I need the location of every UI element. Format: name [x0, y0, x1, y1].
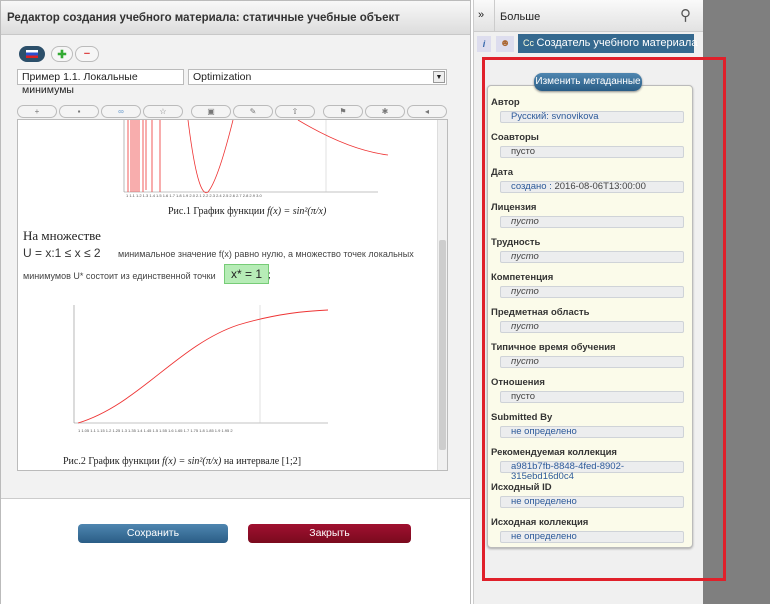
scrollbar-thumb[interactable] [439, 240, 446, 450]
russia-flag-icon [26, 50, 38, 58]
upload-icon[interactable]: ⇧ [275, 105, 315, 118]
info-tab[interactable]: i [477, 36, 491, 52]
colon-text: ; [268, 270, 271, 281]
figure-2-caption: Рис.2 График функции f(x) = sin²(π/x) на… [63, 456, 302, 467]
cc-icon: Cc [523, 38, 537, 48]
point-formula: x* = 1 [224, 264, 270, 284]
set-expression: U = x:1 ≤ x ≤ 2 [23, 246, 101, 260]
figure-1-plot: 1 1.1 1.2 1.3 1.4 1.5 1.6 1.7 1.8 1.9 2.… [123, 120, 389, 198]
side-panel-header: » Больше ⚲ [474, 0, 704, 32]
print-icon[interactable]: ▣ [191, 105, 231, 118]
editor-panel: Редактор создания учебного материала: ст… [0, 0, 471, 604]
editor-title: Редактор создания учебного материала: ст… [1, 1, 470, 35]
category-value: Optimization [193, 71, 252, 83]
tab-creator[interactable]: Cc Создатель учебного материала [518, 34, 697, 53]
users-tab[interactable]: ☻ [496, 36, 514, 52]
panel-title: Больше [500, 11, 541, 23]
paragraph-line-1: минимальное значение f(x) равно нулю, а … [118, 249, 414, 259]
close-button[interactable]: Закрыть [248, 524, 411, 543]
action-bar: Сохранить Закрыть [1, 498, 470, 604]
settings-icon[interactable]: ✱ [365, 105, 405, 118]
category-select[interactable]: Optimization ▼ [188, 69, 447, 85]
search-icon[interactable]: ⚲ [680, 6, 691, 24]
editor-toolbar: + ▪ ∞ ☆ ▣ ✎ ⇧ ⚑ ✱ ◂ [17, 105, 447, 118]
editor-scrollbar[interactable] [437, 120, 447, 470]
collapse-icon[interactable]: » [478, 9, 484, 21]
remove-language-button[interactable]: − [75, 46, 99, 62]
speaker-icon[interactable]: ◂ [407, 105, 447, 118]
link-icon[interactable]: ∞ [101, 105, 141, 118]
svg-text:1 1.1 1.2 1.3 1.4 1.5 1.6 1.7: 1 1.1 1.2 1.3 1.4 1.5 1.6 1.7 1.8 1.9 2.… [126, 193, 262, 198]
figure-2-plot: 1 1.05 1.1 1.15 1.2 1.25 1.3 1.35 1.4 1.… [73, 305, 329, 433]
section-heading: На множестве [23, 228, 101, 243]
star-icon[interactable]: ☆ [143, 105, 183, 118]
save-button[interactable]: Сохранить [78, 524, 228, 543]
add-language-button[interactable]: ✚ [51, 46, 73, 62]
edit-icon[interactable]: ✎ [233, 105, 273, 118]
image-icon[interactable]: ▪ [59, 105, 99, 118]
content-editor[interactable]: 1 1.1 1.2 1.3 1.4 1.5 1.6 1.7 1.8 1.9 2.… [17, 119, 448, 471]
highlight-frame [482, 57, 726, 581]
chevron-down-icon[interactable]: ▼ [433, 71, 445, 83]
figure-1-caption: Рис.1 График функции f(x) = sin²(π/x) [168, 206, 327, 217]
flag-icon[interactable]: ⚑ [323, 105, 363, 118]
language-flag-button[interactable] [19, 46, 45, 62]
svg-text:1 1.05 1.1 1.15 1.2 1.25 1.3 1: 1 1.05 1.1 1.15 1.2 1.25 1.3 1.35 1.4 1.… [78, 428, 233, 433]
title-input[interactable]: Пример 1.1. Локальные минимумы [17, 69, 184, 96]
paragraph-line-2: минимумов U* состоит из единственной точ… [23, 271, 216, 281]
add-icon[interactable]: + [17, 105, 57, 118]
